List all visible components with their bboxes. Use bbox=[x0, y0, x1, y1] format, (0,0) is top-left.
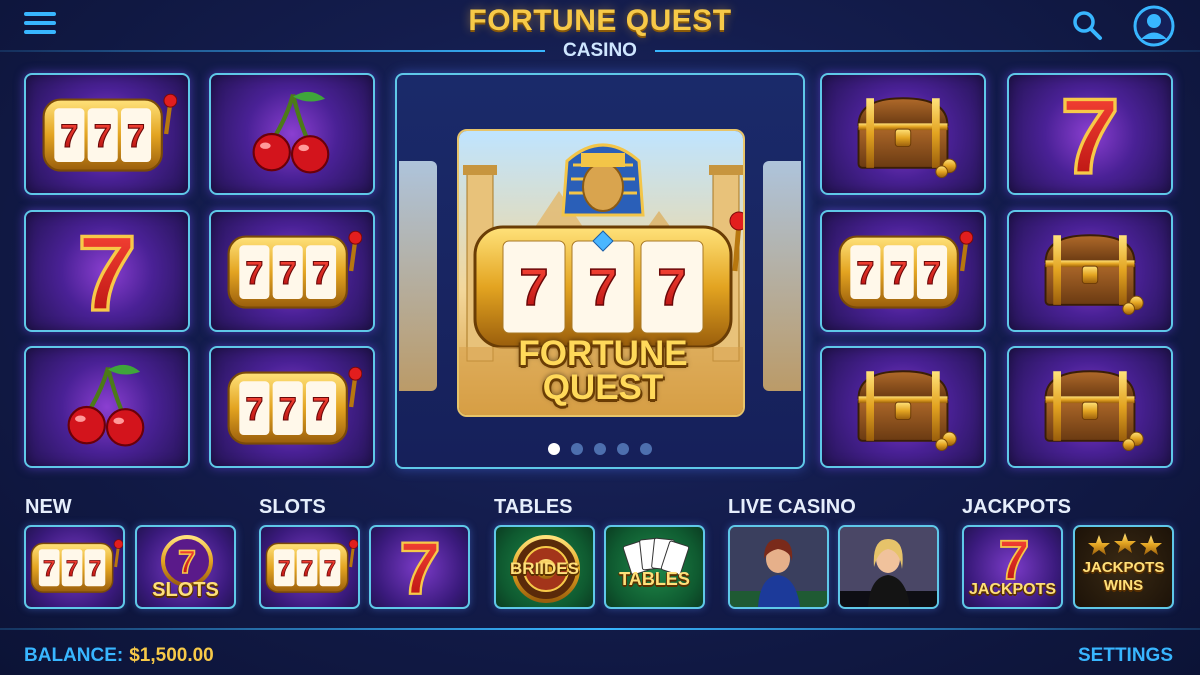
search-icon[interactable] bbox=[1070, 8, 1104, 42]
slot-machine-777-icon bbox=[37, 91, 177, 177]
slots-game-tile-1[interactable] bbox=[259, 525, 360, 609]
featured-game-carousel: 7 7 7 FORTUNE QUEST bbox=[395, 73, 805, 469]
category-label-tables[interactable]: TABLES bbox=[494, 496, 573, 519]
treasure-chest-icon bbox=[845, 363, 961, 451]
live-casino-tile-1[interactable] bbox=[728, 525, 829, 609]
carousel-dot-1[interactable] bbox=[548, 443, 560, 455]
cherry-icon bbox=[59, 359, 155, 455]
live-dealer-icon bbox=[840, 527, 937, 607]
game-tile-cherry[interactable] bbox=[24, 346, 190, 468]
tile-caption: SLOTS bbox=[152, 579, 219, 601]
lucky-seven-icon bbox=[388, 532, 452, 602]
new-game-tile-2[interactable]: 7 SLOTS bbox=[135, 525, 236, 609]
game-tile-cherry[interactable] bbox=[209, 73, 375, 195]
jackpots-tile-2[interactable]: JACKPOTS WINS bbox=[1073, 525, 1174, 609]
game-tile-chest[interactable] bbox=[1007, 210, 1173, 332]
game-tile-chest[interactable] bbox=[820, 346, 986, 468]
carousel-pagination bbox=[397, 443, 803, 455]
app-title: FORTUNE QUEST bbox=[468, 4, 732, 37]
tables-game-tile-1[interactable]: BRIIDES bbox=[494, 525, 595, 609]
balance-label: BALANCE: bbox=[24, 645, 124, 666]
tables-game-tile-2[interactable]: TABLES bbox=[604, 525, 705, 609]
game-tile-seven[interactable] bbox=[1007, 73, 1173, 195]
live-casino-tile-2[interactable] bbox=[838, 525, 939, 609]
carousel-dot-2[interactable] bbox=[571, 443, 583, 455]
settings-button[interactable]: SETTINGS bbox=[1078, 645, 1173, 667]
live-dealer-icon bbox=[730, 527, 827, 607]
cherry-icon bbox=[244, 86, 340, 182]
user-profile-icon[interactable] bbox=[1132, 4, 1176, 48]
game-tile-slot[interactable] bbox=[820, 210, 986, 332]
svg-text:7: 7 bbox=[178, 544, 196, 580]
header-divider-left bbox=[0, 50, 545, 52]
jackpot-stars-icon bbox=[1088, 533, 1162, 555]
game-tile-chest[interactable] bbox=[820, 73, 986, 195]
carousel-dot-3[interactable] bbox=[594, 443, 606, 455]
new-game-tile-1[interactable] bbox=[24, 525, 125, 609]
lucky-seven-icon bbox=[1045, 84, 1135, 184]
tile-caption: JACKPOTS bbox=[968, 581, 1057, 598]
balance-display: BALANCE: $1,500.00 bbox=[24, 645, 214, 667]
tile-caption: JACKPOTS WINS bbox=[1082, 559, 1165, 594]
game-tile-seven[interactable] bbox=[24, 210, 190, 332]
treasure-chest-icon bbox=[1032, 227, 1148, 315]
category-label-jackpots[interactable]: JACKPOTS bbox=[962, 496, 1071, 519]
game-tile-chest[interactable] bbox=[1007, 346, 1173, 468]
reel-2: 7 bbox=[589, 259, 618, 317]
carousel-dot-4[interactable] bbox=[617, 443, 629, 455]
featured-game-name-line2: QUEST bbox=[542, 368, 664, 407]
slot-machine-777-icon bbox=[222, 228, 362, 314]
carousel-previous-card[interactable] bbox=[399, 161, 437, 391]
featured-game-name-line1: FORTUNE bbox=[518, 334, 688, 373]
jackpots-tile-1[interactable]: JACKPOTS bbox=[962, 525, 1063, 609]
carousel-next-card[interactable] bbox=[763, 161, 801, 391]
slot-machine-777-icon bbox=[262, 537, 358, 597]
lucky-seven-icon bbox=[62, 221, 152, 321]
slots-game-tile-2[interactable] bbox=[369, 525, 470, 609]
jackpot-seven-icon bbox=[984, 533, 1044, 585]
top-bar: FORTUNE QUEST CASINO bbox=[0, 0, 1200, 66]
header-divider-right bbox=[655, 50, 1200, 52]
category-label-new[interactable]: NEW bbox=[25, 496, 72, 519]
slot-machine-777-icon bbox=[833, 228, 973, 314]
tile-caption: BRIIDES bbox=[510, 559, 579, 578]
reel-1: 7 bbox=[520, 259, 549, 317]
game-tile-slot[interactable] bbox=[24, 73, 190, 195]
tile-caption: TABLES bbox=[619, 569, 690, 589]
balance-amount: $1,500.00 bbox=[129, 645, 214, 666]
slot-machine-777-icon bbox=[222, 364, 362, 450]
app-subtitle: CASINO bbox=[563, 40, 637, 61]
category-label-live-casino[interactable]: LIVE CASINO bbox=[728, 496, 856, 519]
carousel-dot-5[interactable] bbox=[640, 443, 652, 455]
footer-divider bbox=[0, 628, 1200, 630]
category-label-slots[interactable]: SLOTS bbox=[259, 496, 326, 519]
slot-machine-777-icon bbox=[27, 537, 123, 597]
game-tile-slot[interactable] bbox=[209, 346, 375, 468]
featured-game-card[interactable]: 7 7 7 FORTUNE QUEST bbox=[457, 129, 745, 417]
treasure-chest-icon bbox=[1032, 363, 1148, 451]
game-tile-slot[interactable] bbox=[209, 210, 375, 332]
reel-3: 7 bbox=[658, 259, 687, 317]
treasure-chest-icon bbox=[845, 90, 961, 178]
